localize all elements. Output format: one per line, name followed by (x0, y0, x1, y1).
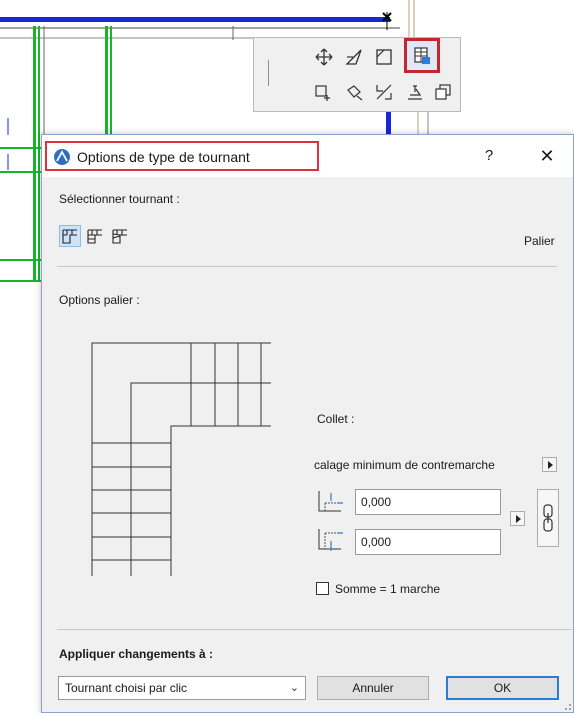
field-options-button[interactable] (510, 511, 525, 526)
resize-grip-icon[interactable] (562, 701, 572, 711)
ok-button[interactable]: OK (446, 676, 559, 700)
winder-type-icon[interactable] (84, 225, 106, 247)
landing-options-label: Options palier : (59, 293, 140, 307)
split-icon[interactable] (372, 80, 396, 104)
riser-offset-bottom-icon (318, 529, 343, 551)
offset-icon[interactable] (312, 80, 336, 104)
divider (57, 266, 557, 267)
rotate-icon[interactable] (342, 45, 366, 69)
sum-one-step-checkbox[interactable] (316, 582, 329, 595)
landing-stair-diagram (91, 342, 271, 576)
offset-field-2[interactable]: 0,000 (355, 529, 501, 555)
cad-wall-top (0, 17, 390, 22)
divider (57, 629, 572, 630)
apply-changes-value: Tournant choisi par clic (65, 681, 188, 695)
apply-changes-label: Appliquer changements à : (59, 647, 214, 661)
chain-link-button[interactable] (537, 489, 559, 547)
dialog-title: Options de type de tournant (77, 149, 250, 165)
stretch-icon[interactable] (372, 45, 396, 69)
turning-type-value: Palier (524, 234, 555, 248)
multiply-icon[interactable] (431, 80, 455, 104)
riser-offset-top-icon (318, 491, 343, 512)
toolbar-separator (268, 60, 269, 86)
move-icon[interactable] (312, 45, 336, 69)
sum-one-step-label: Somme = 1 marche (335, 582, 441, 596)
close-button[interactable]: ✕ (536, 145, 558, 167)
offset-label: calage minimum de contremarche (314, 458, 495, 472)
chevron-down-icon: ⌄ (289, 682, 299, 694)
diagonal-winder-type-icon[interactable] (109, 225, 131, 247)
landing-type-icon[interactable] (59, 225, 81, 247)
chain-link-icon (543, 504, 553, 532)
dialog-titlebar[interactable]: Options de type de tournant ? ✕ (42, 135, 573, 177)
offset-options-button[interactable] (542, 457, 557, 472)
elevate-icon[interactable] (403, 80, 427, 104)
select-turning-label: Sélectionner tournant : (59, 192, 180, 206)
cancel-button[interactable]: Annuler (317, 676, 429, 700)
mirror-icon[interactable] (342, 80, 366, 104)
archicad-icon (54, 149, 70, 165)
turning-type-dialog: Options de type de tournant ? ✕ Sélectio… (41, 134, 574, 713)
help-button[interactable]: ? (478, 145, 500, 167)
collet-label: Collet : (317, 412, 355, 426)
apply-changes-select[interactable]: Tournant choisi par clic ⌄ (58, 676, 306, 700)
offset-field-1[interactable]: 0,000 (355, 489, 501, 515)
edit-turning-icon[interactable] (404, 38, 440, 73)
